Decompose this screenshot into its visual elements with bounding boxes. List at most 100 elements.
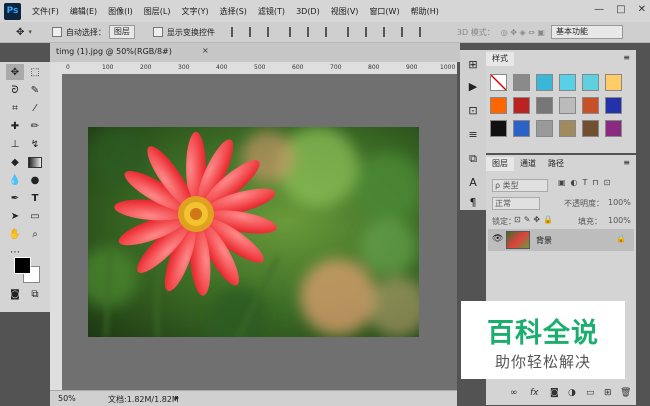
healing-brush-icon[interactable]: ✚ xyxy=(6,118,24,134)
status-arrow-icon[interactable]: ▸ xyxy=(175,393,179,402)
eraser-tool-icon[interactable]: ◆ xyxy=(6,154,24,170)
layer-mask-icon[interactable]: ◙ xyxy=(550,388,559,398)
blend-mode-dropdown[interactable]: 正常 xyxy=(492,197,540,210)
tab-channels[interactable]: 通道 xyxy=(514,157,542,171)
screen-mode-icon[interactable]: ⧉ xyxy=(26,286,44,302)
style-swatch[interactable] xyxy=(605,97,622,114)
panel-menu-icon[interactable]: ≡ xyxy=(623,53,630,62)
quick-mask-icon[interactable]: ◙ xyxy=(6,286,24,302)
move-tool-icon[interactable]: ✥ xyxy=(6,64,24,80)
crop-tool-icon[interactable]: ⌗ xyxy=(6,100,24,116)
menu-help[interactable]: 帮助(H) xyxy=(411,6,439,17)
fx-icon[interactable]: fx xyxy=(530,388,539,398)
tab-layers[interactable]: 图层 xyxy=(486,157,514,171)
actions-panel-icon[interactable]: ▶ xyxy=(466,80,480,94)
style-swatch[interactable] xyxy=(559,74,576,91)
document-tab[interactable]: timg (1).jpg @ 50%(RGB/8#) × xyxy=(50,43,460,62)
properties-panel-icon[interactable]: ⊡ xyxy=(466,104,480,118)
auto-select-checkbox[interactable] xyxy=(51,27,62,37)
type-tool-icon[interactable]: T xyxy=(26,190,44,206)
history-panel-icon[interactable]: ⊞ xyxy=(466,58,480,72)
menu-image[interactable]: 图像(I) xyxy=(108,6,133,17)
lock-icons[interactable]: ⊡✎✥🔒 xyxy=(514,215,556,224)
align-right-icon[interactable] xyxy=(324,27,337,37)
menu-file[interactable]: 文件(F) xyxy=(32,6,59,17)
3d-tools-icon[interactable]: ◎ ✥ ◈ ⇔ ▣ xyxy=(501,28,545,37)
align-hcenter-icon[interactable] xyxy=(306,27,319,37)
menu-type[interactable]: 文字(Y) xyxy=(181,6,208,17)
panel-menu-icon[interactable]: ≡ xyxy=(623,158,630,167)
distribute-top-icon[interactable] xyxy=(346,27,359,37)
layer-name[interactable]: 背景 xyxy=(536,235,552,246)
pen-tool-icon[interactable]: ✒ xyxy=(6,190,24,206)
eye-icon[interactable]: 👁 xyxy=(492,234,503,244)
path-select-icon[interactable]: ➤ xyxy=(6,208,24,224)
align-bottom-icon[interactable] xyxy=(266,27,279,37)
dodge-tool-icon[interactable]: ● xyxy=(26,172,44,188)
menu-3d[interactable]: 3D(D) xyxy=(296,7,320,16)
style-swatch[interactable] xyxy=(536,120,553,137)
show-transform-checkbox[interactable] xyxy=(152,27,163,37)
style-swatch[interactable] xyxy=(513,120,530,137)
lasso-tool-icon[interactable]: ᘐ xyxy=(6,82,24,98)
menu-filter[interactable]: 滤镜(T) xyxy=(258,6,285,17)
tab-paths[interactable]: 路径 xyxy=(542,157,570,171)
hand-tool-icon[interactable]: ✋ xyxy=(6,226,24,242)
align-vcenter-icon[interactable] xyxy=(248,27,261,37)
close-icon[interactable]: × xyxy=(202,46,209,55)
minimize-button[interactable]: — xyxy=(594,4,604,15)
fill-value[interactable]: 100% xyxy=(608,216,631,225)
clone-stamp-icon[interactable]: ⊥ xyxy=(6,136,24,152)
clone-source-icon[interactable]: ⧉ xyxy=(466,152,480,166)
adjustments-panel-icon[interactable]: ≡ xyxy=(466,128,480,142)
move-tool-icon[interactable]: ✥ xyxy=(16,27,24,38)
style-swatch[interactable] xyxy=(582,97,599,114)
zoom-level[interactable]: 50% xyxy=(58,394,76,403)
layer-row-background[interactable]: 👁 背景 🔒 xyxy=(488,229,634,251)
adjustment-layer-icon[interactable]: ◑ xyxy=(568,388,576,398)
distribute-right-icon[interactable] xyxy=(418,27,431,37)
layer-filter-dropdown[interactable]: ρ 类型 xyxy=(492,179,548,192)
maximize-button[interactable]: □ xyxy=(616,4,625,15)
marquee-tool-icon[interactable]: ⬚ xyxy=(26,64,44,80)
new-group-icon[interactable]: ▭ xyxy=(586,388,595,398)
menu-layer[interactable]: 图层(L) xyxy=(144,6,171,17)
style-swatch[interactable] xyxy=(605,120,622,137)
close-button[interactable]: ✕ xyxy=(638,4,646,15)
menu-view[interactable]: 视图(V) xyxy=(331,6,359,17)
blur-tool-icon[interactable]: 💧 xyxy=(6,172,24,188)
menu-edit[interactable]: 编辑(E) xyxy=(70,6,97,17)
align-top-icon[interactable] xyxy=(230,27,243,37)
history-brush-icon[interactable]: ↯ xyxy=(26,136,44,152)
trash-icon[interactable]: 🗑 xyxy=(620,388,631,398)
style-swatch[interactable] xyxy=(490,120,507,137)
style-swatch[interactable] xyxy=(490,74,507,91)
gradient-tool-icon[interactable] xyxy=(26,154,44,170)
auto-select-dropdown[interactable]: 图层 xyxy=(108,25,135,39)
eyedropper-tool-icon[interactable]: ⁄ xyxy=(26,100,44,116)
style-swatch[interactable] xyxy=(582,74,599,91)
align-left-icon[interactable] xyxy=(288,27,301,37)
style-swatch[interactable] xyxy=(559,120,576,137)
new-layer-icon[interactable]: ⊞ xyxy=(604,388,612,398)
rectangle-tool-icon[interactable]: ▭ xyxy=(26,208,44,224)
brush-tool-icon[interactable]: ✏ xyxy=(26,118,44,134)
workspace-dropdown[interactable]: 基本功能 xyxy=(550,25,623,39)
style-swatch[interactable] xyxy=(513,97,530,114)
distribute-vcenter-icon[interactable] xyxy=(364,27,377,37)
style-swatch[interactable] xyxy=(513,74,530,91)
canvas-image[interactable] xyxy=(88,127,419,337)
opacity-value[interactable]: 100% xyxy=(608,198,631,207)
zoom-tool-icon[interactable]: ⌕ xyxy=(26,226,44,242)
style-swatch[interactable] xyxy=(605,74,622,91)
menu-select[interactable]: 选择(S) xyxy=(220,6,247,17)
link-layers-icon[interactable]: ∞ xyxy=(510,388,518,398)
chevron-down-icon[interactable]: ▾ xyxy=(28,28,32,36)
quick-select-tool-icon[interactable]: ✎ xyxy=(26,82,44,98)
style-swatch[interactable] xyxy=(536,74,553,91)
distribute-bottom-icon[interactable] xyxy=(382,27,395,37)
tab-styles[interactable]: 样式 xyxy=(486,52,514,66)
style-swatch[interactable] xyxy=(490,97,507,114)
paragraph-panel-icon[interactable]: ¶ xyxy=(466,196,480,210)
style-swatch[interactable] xyxy=(536,97,553,114)
